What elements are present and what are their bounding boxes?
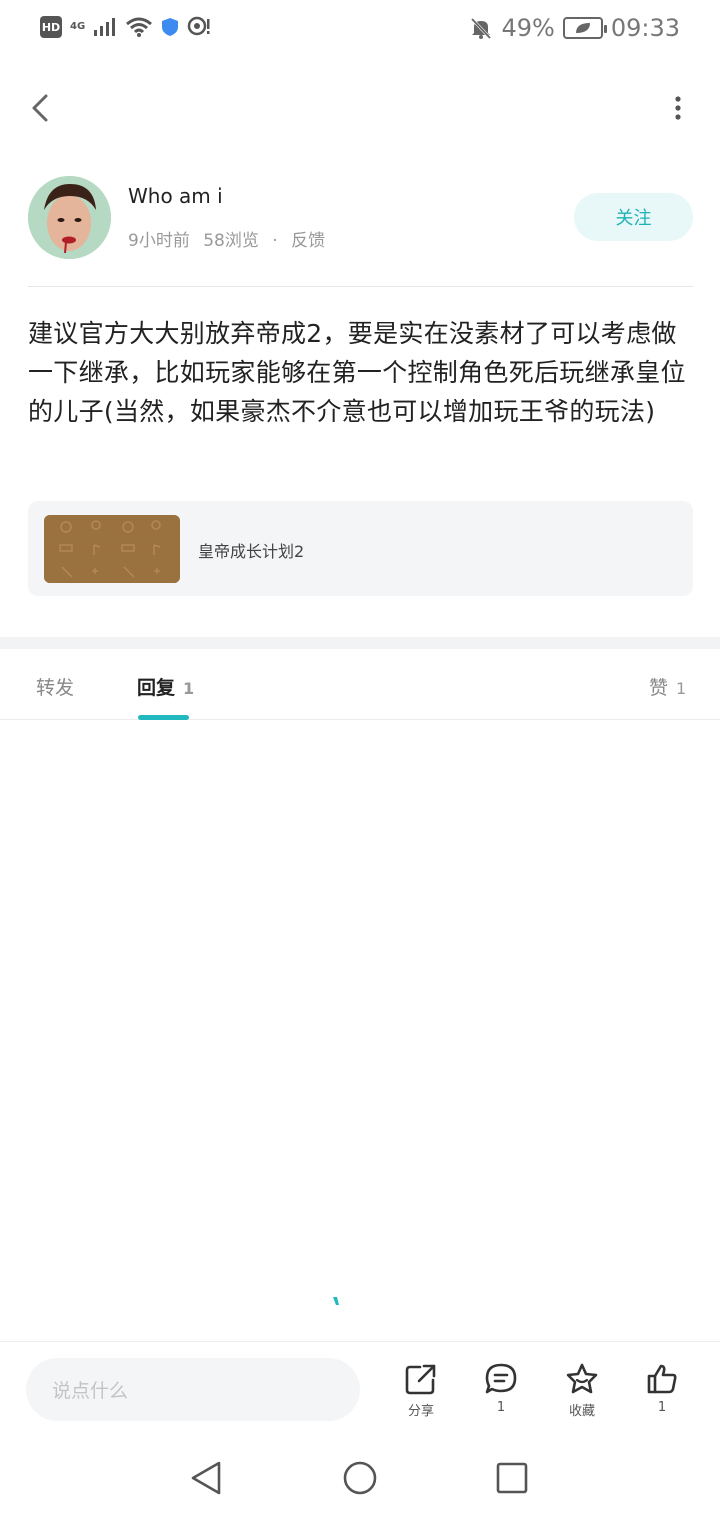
back-button[interactable] [20,86,60,130]
tab-reply-label: 回复 [137,677,176,699]
tab-repost[interactable]: 转发 [36,673,74,700]
navigation-bar [0,1434,720,1520]
follow-button[interactable]: 关注 [574,193,693,241]
battery-icon [562,17,607,39]
chevron-left-icon [32,94,48,122]
top-bar [0,72,720,142]
status-bar: HD 4G 49% 09:33 [0,0,720,62]
star-icon [566,1363,598,1394]
view-count: 58浏览 [203,231,259,251]
tab-reply-count: 1 [183,679,195,698]
circle-home-icon [343,1461,377,1495]
author-name[interactable]: Who am i [128,184,223,208]
post-content: 建议官方大大别放弃帝成2，要是实在没素材了可以考虑做一下继承，比如玩家能够在第一… [28,319,686,426]
more-vertical-icon [675,96,681,120]
square-recents-icon [496,1462,528,1494]
post-time: 9小时前 [128,231,190,251]
section-separator [0,637,720,649]
author-row: Who am i 9小时前 58浏览 · 反馈 关注 [28,176,693,260]
avatar[interactable] [28,176,111,259]
game-title: 皇帝成长计划2 [198,542,305,561]
triangle-back-icon [191,1461,221,1495]
clock: 09:33 [610,14,680,42]
share-button[interactable]: 分享 [391,1362,451,1419]
tab-reply[interactable]: 回复 1 [137,673,194,700]
share-label: 分享 [407,1404,434,1419]
battery-percent: 49% [501,14,555,42]
share-icon [405,1364,436,1395]
loading-spinner-icon [333,1297,339,1305]
thumbs-up-icon [647,1364,677,1394]
comment-count: 1 [496,1400,506,1415]
tab-like[interactable]: 赞1 [649,673,686,700]
nav-home-button[interactable] [340,1458,380,1498]
bell-off-icon [471,17,492,40]
feedback-link[interactable]: 反馈 [291,231,325,251]
action-bar: 说点什么 分享 1 收藏 1 [0,1341,720,1434]
hotspot-icon [187,16,210,36]
network-type: 4G [70,21,86,32]
tab-like-count: 1 [676,679,687,698]
divider [28,286,693,287]
hd-badge: HD [40,16,62,38]
shield-icon [162,18,179,36]
nav-recents-button[interactable] [492,1458,532,1498]
comment-icon [485,1363,517,1394]
meta-separator: · [272,231,278,251]
like-button[interactable]: 1 [632,1362,692,1415]
game-thumbnail [44,515,180,583]
favorite-label: 收藏 [568,1404,595,1419]
comment-input[interactable]: 说点什么 [26,1358,360,1421]
wifi-icon [126,17,153,37]
tab-bar: 转发 回复 1 赞1 [0,649,720,720]
like-count: 1 [657,1400,667,1415]
nav-back-button[interactable] [186,1458,226,1498]
comment-button[interactable]: 1 [471,1362,531,1415]
more-button[interactable] [666,86,690,130]
favorite-button[interactable]: 收藏 [552,1362,612,1419]
post-meta: 9小时前 58浏览 · 反馈 [128,226,333,251]
active-tab-indicator [138,715,189,720]
signal-icon [94,18,116,36]
tab-like-label: 赞 [649,677,669,699]
tab-repost-label: 转发 [36,677,75,699]
game-card[interactable]: 皇帝成长计划2 [28,501,693,596]
